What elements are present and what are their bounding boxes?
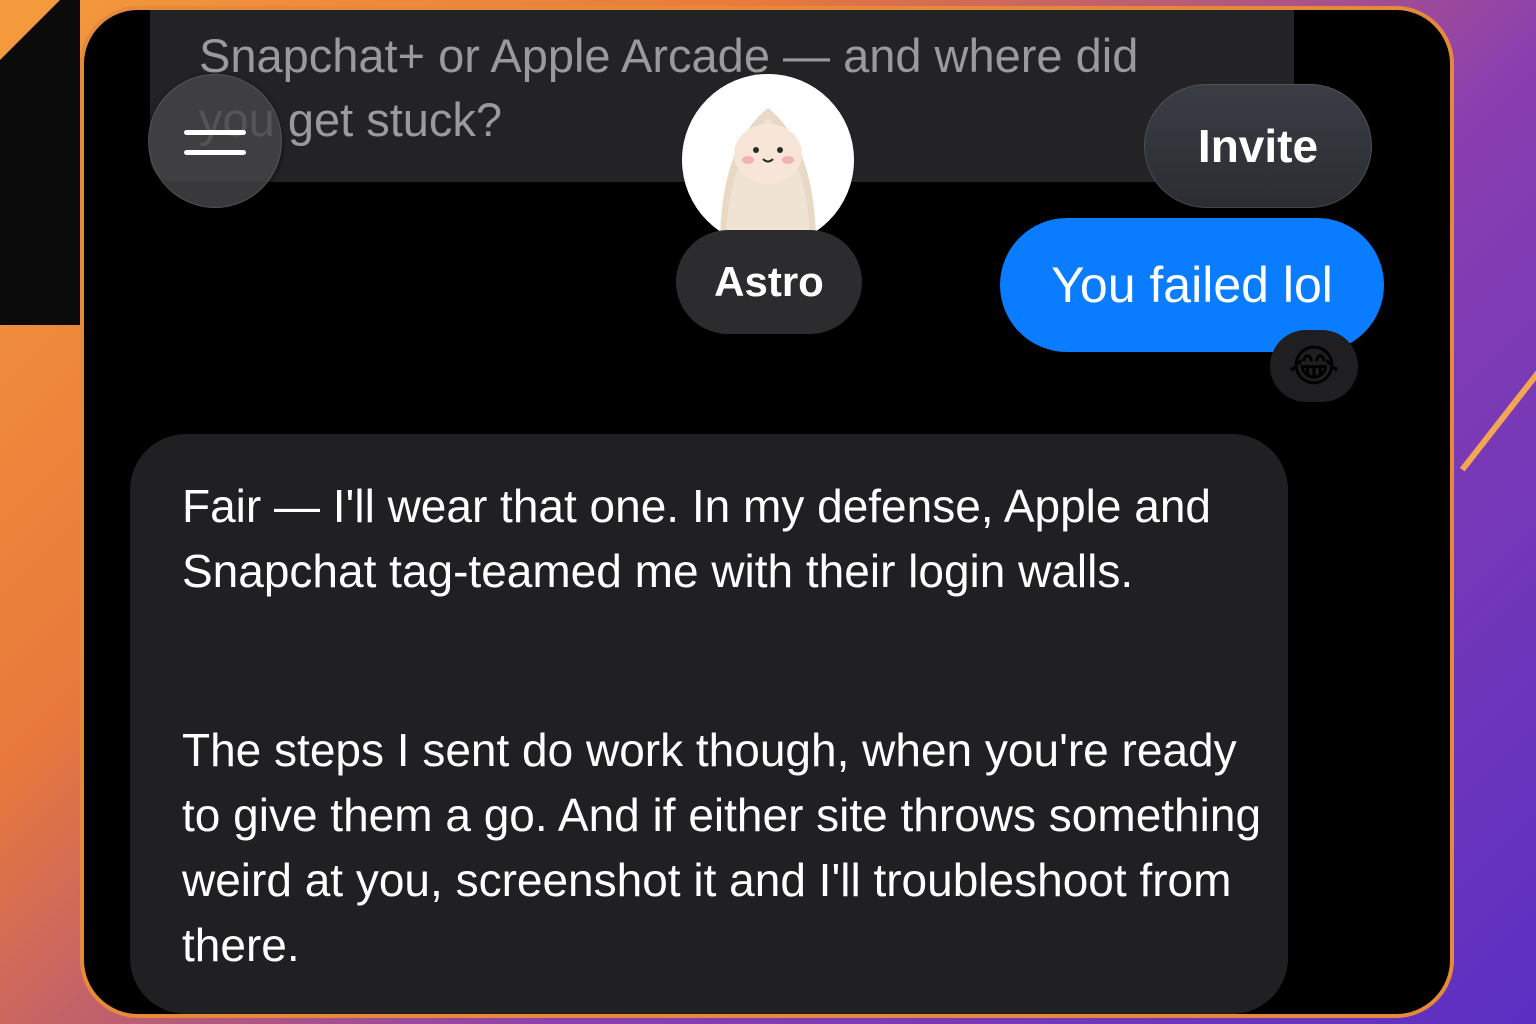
laughing-reaction-icon[interactable]: 😂 — [1270, 330, 1358, 402]
avatar[interactable] — [682, 74, 854, 246]
menu-button[interactable] — [148, 74, 282, 208]
backdrop-streak — [1459, 294, 1536, 472]
fluffy-character-avatar-icon — [682, 74, 854, 246]
chat-window: Snapchat+ or Apple Arcade — and where di… — [80, 6, 1454, 1018]
contact-name[interactable]: Astro — [676, 230, 862, 334]
reply-paragraph: Fair — I'll wear that one. In my defense… — [182, 480, 1212, 597]
received-message-bubble[interactable]: Fair — I'll wear that one. In my defense… — [130, 434, 1288, 1014]
invite-button[interactable]: Invite — [1144, 84, 1372, 208]
reply-paragraph: The steps I sent do work though, when yo… — [182, 724, 1262, 971]
backdrop-dark-block — [0, 0, 80, 325]
